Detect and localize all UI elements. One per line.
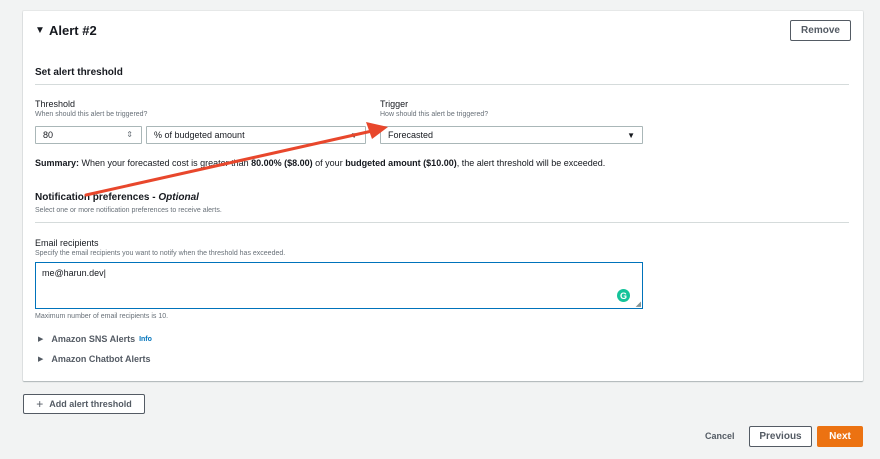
email-description: Specify the email recipients you want to… bbox=[35, 250, 286, 257]
trigger-description: How should this alert be triggered? bbox=[380, 111, 489, 118]
notification-section-title: Notification preferences - Optional bbox=[35, 192, 199, 203]
add-alert-threshold-button[interactable]: + Add alert threshold bbox=[23, 394, 145, 414]
dropdown-arrow-icon: ▼ bbox=[350, 131, 358, 140]
previous-button[interactable]: Previous bbox=[749, 426, 812, 447]
threshold-label: Threshold bbox=[35, 99, 76, 109]
remove-button[interactable]: Remove bbox=[790, 20, 851, 41]
alert-card: ▼ Alert #2 Remove Set alert threshold Th… bbox=[23, 11, 863, 381]
caret-right-icon: ▶ bbox=[38, 356, 44, 363]
dropdown-arrow-icon: ▼ bbox=[627, 131, 635, 140]
threshold-description: When should this alert be triggered? bbox=[35, 111, 148, 118]
summary-text: Summary: When your forecasted cost is gr… bbox=[35, 158, 606, 168]
trigger-label: Trigger bbox=[380, 99, 409, 109]
info-link[interactable]: Info bbox=[139, 336, 152, 343]
threshold-value: 80 bbox=[43, 130, 54, 140]
threshold-section-title: Set alert threshold bbox=[35, 67, 123, 78]
email-recipients-field[interactable]: me@harun.dev| G ◢ bbox=[35, 262, 643, 309]
notification-description: Select one or more notification preferen… bbox=[35, 207, 222, 214]
trigger-value: Forecasted bbox=[388, 130, 434, 140]
email-value: me@harun.dev bbox=[42, 268, 104, 278]
resize-handle-icon[interactable]: ◢ bbox=[636, 300, 641, 308]
next-button[interactable]: Next bbox=[817, 426, 863, 447]
sns-alerts-expander[interactable]: ▶ Amazon SNS Alerts Info bbox=[38, 334, 152, 344]
cancel-button[interactable]: Cancel bbox=[705, 431, 735, 441]
threshold-input[interactable]: 80 ⇕ bbox=[35, 126, 142, 144]
threshold-unit-value: % of budgeted amount bbox=[154, 130, 245, 140]
divider bbox=[35, 84, 849, 85]
max-recipients-note: Maximum number of email recipients is 10… bbox=[35, 313, 169, 320]
threshold-unit-select[interactable]: % of budgeted amount ▼ bbox=[146, 126, 366, 144]
divider bbox=[35, 222, 849, 223]
chatbot-alerts-expander[interactable]: ▶ Amazon Chatbot Alerts bbox=[38, 354, 151, 364]
email-label: Email recipients bbox=[35, 238, 99, 248]
text-cursor: | bbox=[103, 268, 107, 278]
trigger-select[interactable]: Forecasted ▼ bbox=[380, 126, 643, 144]
stepper-icon[interactable]: ⇕ bbox=[126, 130, 133, 139]
alert-title: Alert #2 bbox=[49, 23, 97, 38]
plus-icon: + bbox=[36, 397, 44, 411]
caret-down-icon[interactable]: ▼ bbox=[35, 25, 45, 36]
grammarly-icon[interactable]: G bbox=[617, 289, 630, 302]
caret-right-icon: ▶ bbox=[38, 336, 44, 343]
alert-header[interactable]: ▼ Alert #2 Remove bbox=[23, 11, 863, 51]
